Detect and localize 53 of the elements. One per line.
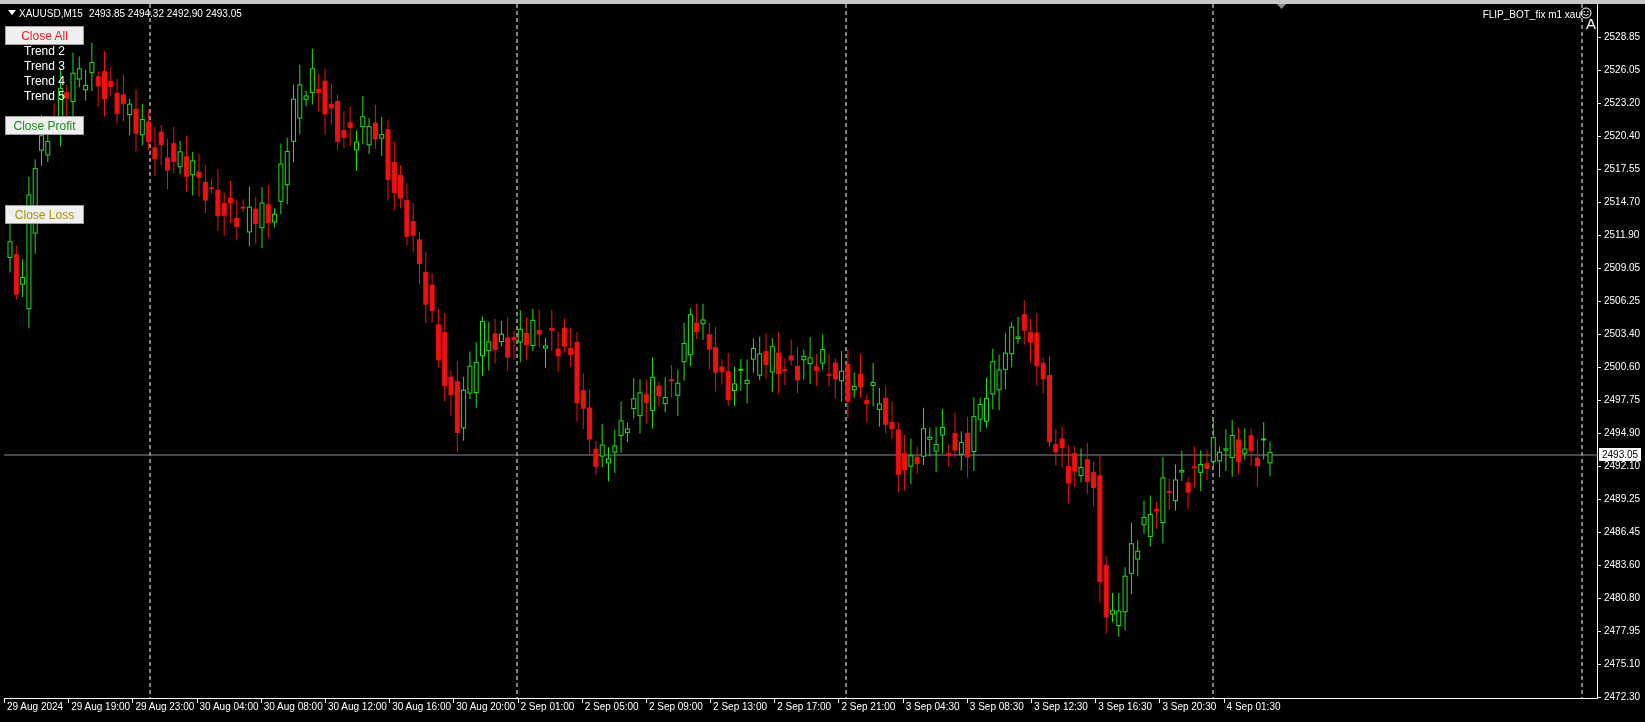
price-axis-label: 2489.25	[1604, 492, 1641, 506]
current-price-tag: 2493.05	[1599, 448, 1642, 461]
trend-label: Trend 2	[24, 44, 65, 59]
price-axis-label: 2526.05	[1604, 63, 1641, 77]
price-axis-label: 2517.55	[1604, 162, 1641, 176]
price-axis-label: 2497.75	[1604, 393, 1641, 407]
price-axis-label: 2494.90	[1604, 426, 1641, 440]
price-axis-label: 2509.05	[1604, 261, 1641, 275]
time-axis-label: 30 Aug 20:00	[456, 701, 516, 713]
chart-button[interactable]: Close Profit	[5, 116, 84, 135]
time-axis-label: 2 Sep 17:00	[777, 701, 832, 713]
dropdown-triangle-icon[interactable]	[8, 10, 16, 15]
smiley-icon	[1580, 7, 1592, 19]
trend-label: Trend 3	[24, 59, 65, 74]
price-axis-label: 2475.10	[1604, 657, 1641, 671]
time-axis-label: 2 Sep 13:00	[713, 701, 767, 713]
time-axis-label: 30 Aug 08:00	[263, 701, 323, 713]
price-axis-label: 2506.25	[1604, 294, 1641, 308]
time-axis-label: 2 Sep 21:00	[841, 701, 896, 713]
time-axis-label: 2 Sep 09:00	[648, 701, 703, 713]
time-axis-label: 2 Sep 05:00	[584, 701, 639, 713]
chart-button[interactable]: Close Loss	[5, 205, 84, 224]
symbol-label: XAUUSD,M15	[19, 7, 83, 21]
price-axis-label: 2523.20	[1604, 96, 1641, 110]
price-axis-label: 2514.70	[1604, 195, 1641, 209]
time-axis-label: 3 Sep 20:30	[1162, 701, 1217, 713]
price-axis-label: 2511.90	[1604, 228, 1640, 242]
ohlc-values: 2493.85 2494.32 2492.90 2493.05	[88, 7, 242, 21]
auto-trading-mark: A	[1586, 16, 1596, 31]
time-axis-label: 29 Aug 19:00	[71, 701, 131, 713]
time-axis-label: 29 Aug 23:00	[135, 701, 195, 713]
expert-label: FLIP_BOT_fix m1 xau	[1482, 8, 1581, 22]
price-axis-label: 2486.45	[1604, 525, 1641, 539]
price-axis-label: 2472.30	[1604, 690, 1641, 704]
time-axis-label: 30 Aug 16:00	[392, 701, 452, 713]
time-axis-label: 2 Sep 01:00	[520, 701, 575, 713]
chart-button[interactable]: Close All	[5, 26, 84, 45]
price-axis-label: 2528.85	[1604, 30, 1641, 44]
time-axis-label: 3 Sep 08:30	[969, 701, 1024, 713]
price-axis-label: 2520.40	[1604, 129, 1641, 143]
time-axis-label: 3 Sep 04:30	[905, 701, 960, 713]
price-axis-label: 2500.60	[1604, 360, 1641, 374]
price-axis-label: 2503.40	[1604, 327, 1641, 341]
time-axis-label: 30 Aug 12:00	[327, 701, 387, 713]
price-axis-label: 2492.10	[1604, 459, 1641, 473]
time-axis-label: 30 Aug 04:00	[199, 701, 259, 713]
price-axis-label: 2483.60	[1604, 558, 1641, 572]
price-axis-label: 2477.95	[1604, 624, 1641, 638]
price-axis-label: 2480.80	[1604, 591, 1641, 605]
time-axis-label: 3 Sep 12:30	[1034, 701, 1088, 713]
time-axis-label: 3 Sep 16:30	[1098, 701, 1153, 713]
time-axis-label: 29 Aug 2024	[7, 701, 64, 713]
time-axis-label: 4 Sep 01:30	[1226, 701, 1281, 713]
